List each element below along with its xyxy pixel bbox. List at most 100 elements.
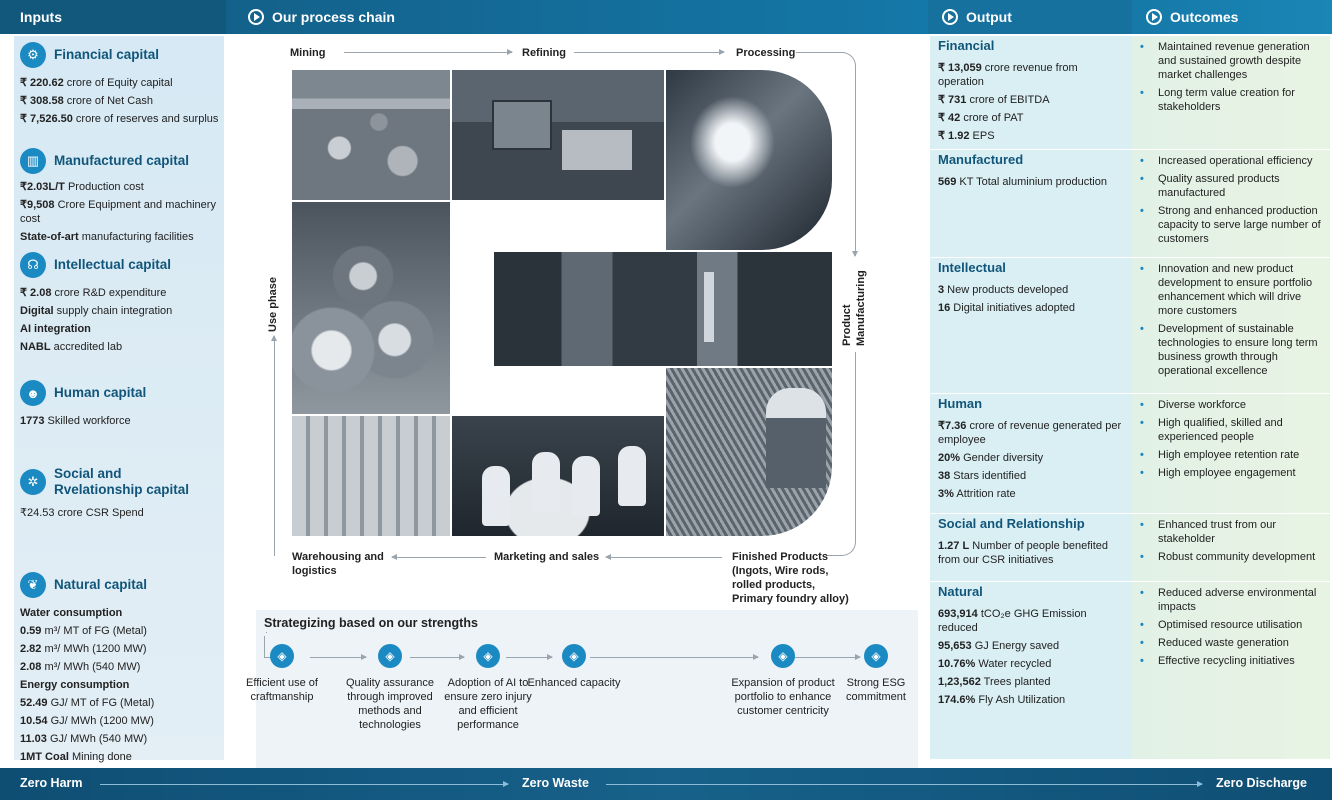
step-label-line: (Ingots, Wire rods, [732,565,829,577]
value-text: Stars identified [950,470,1027,482]
customer-meeting-photo [452,416,664,536]
person-shape [532,452,560,512]
value-text: Production cost [64,181,144,193]
outcome-bullet: Optimised resource utilisation [1140,618,1326,632]
arrow-right [574,49,725,55]
value-line: 10.54 GJ/ MWh (1200 MW) [20,712,154,730]
value-text: manufacturing facilities [78,231,194,243]
outcome-bullet: High employee retention rate [1140,448,1326,462]
step-label-line: Finished Products [732,551,828,563]
mining-photo [292,70,450,200]
value-text: supply chain integration [53,305,173,317]
value-emphasis: ₹7.36 [938,420,967,432]
value-line: NABL accredited lab [20,338,172,356]
value-text: crore of PAT [960,112,1024,124]
step-refining: Refining [522,47,566,59]
forklift-photo [452,70,664,200]
value-line: 1.27 L Number of people benefited from o… [938,539,1126,567]
person-shape [618,446,646,506]
value-text: KT Total aluminium production [956,176,1107,188]
capital-title: Intellectual capital [54,257,172,272]
inputs-header: Inputs [0,0,226,34]
value-emphasis: 2.08 [20,661,42,673]
value-text: GJ Energy saved [971,640,1060,652]
value-text: Mining done [68,751,132,763]
output-title: Human [938,396,983,411]
ingots-photo [292,416,450,536]
outcome-block: Reduced adverse environmental impacts Opt… [1140,586,1326,672]
outcome-bullet: Enhanced trust from our stakeholder [1140,518,1326,546]
output-block: Human ₹7.36 crore of revenue generated pe… [938,396,1126,505]
value-text: crore of Equity capital [63,77,173,89]
value-line: 3% Attrition rate [938,487,1126,501]
value-emphasis: ₹9,508 [20,199,55,211]
financial-capital: ⚙ Financial capital ₹ 220.62 crore of Equ… [20,42,218,128]
value-text: crore of Net Cash [63,95,153,107]
value-text: GJ/ MT of FG (Metal) [47,697,155,709]
outcome-block: Maintained revenue generation and sustai… [1140,40,1326,118]
step-label-line: Manufacturing [855,270,867,346]
process-header: Our process chain [226,0,928,34]
footer-arrow [606,781,1203,787]
step-label-line: logistics [292,565,337,577]
human-capital: ☻ Human capital 1773 Skilled workforce [20,380,146,430]
step-product-manufacturing: Manufacturing [855,270,867,346]
process-chain: Mining Refining Processing Product Manuf… [226,36,926,780]
value-line: ₹ 731 crore of EBITDA [938,93,1126,107]
aluminium-coils-photo [292,202,450,414]
capital-title-line: Social and [54,466,122,481]
play-circle-icon [942,9,958,25]
wire-rod-worker-photo [666,368,832,536]
value-text: m³/ MWh (540 MW) [41,661,141,673]
capital-title: Human capital [54,385,147,400]
value-emphasis: 0.59 [20,625,42,637]
value-line: 569 KT Total aluminium production [938,175,1126,189]
social-section: Social and Relationship 1.27 L Number of … [930,514,1330,582]
value-line: 10.76% Water recycled [938,657,1126,671]
output-title: Natural [938,584,983,599]
strength-label: Adoption of AI to ensure zero injury and… [444,677,532,731]
value-text: GJ/ MWh (1200 MW) [47,715,154,727]
value-text: crore of reserves and surplus [72,113,219,125]
step-processing: Processing [736,47,796,59]
value-emphasis: ₹ 731 [938,94,967,106]
value-text: Digital initiatives adopted [950,302,1075,314]
value-line: 16 Digital initiatives adopted [938,301,1126,315]
manufactured-capital: ▥ Manufactured capital ₹2.03L/T Productio… [20,148,220,248]
output-title: Intellectual [938,260,1006,275]
leaf-icon: ❦ [20,572,46,598]
hand-icon: ◈ [562,644,586,668]
arrow-down [852,90,858,257]
intellectual-section: Intellectual 3 New products developed 16 D… [930,258,1330,394]
footer-arrow [100,781,509,787]
value-emphasis: ₹ 42 [938,112,961,124]
value-text: Water recycled [975,658,1052,670]
value-text: Skilled workforce [44,415,131,427]
portfolio-icon: ◈ [771,644,795,668]
value-line: 52.49 GJ/ MT of FG (Metal) [20,694,154,712]
strength-label: Expansion of product portfolio to enhanc… [731,677,835,717]
capital-title: Social and Rvelationship capital [54,466,189,498]
value-line: ₹ 308.58 crore of Net Cash [20,92,218,110]
value-emphasis: ₹ 308.58 [20,95,64,107]
output-block: Natural 693,914 tCO₂e GHG Emission reduce… [938,584,1126,711]
value-line: AI integration [20,320,172,338]
forklift-shape [492,100,552,150]
step-label-line: Use phase [267,276,279,332]
outcome-block: Increased operational efficiency Quality … [1140,154,1326,250]
value-line: Water consumption [20,604,154,622]
strength-item: ◈ Quality assurance through improved meth… [342,644,438,732]
value-emphasis: ₹ 220.62 [20,77,64,89]
value-emphasis: 10.54 [20,715,48,727]
step-label-line: Product [841,304,853,346]
value-line: 2.82 m³/ MWh (1200 MW) [20,640,154,658]
value-line: 1,23,562 Trees planted [938,675,1126,689]
strength-item: ◈ Efficient use of craftmanship [234,644,330,704]
value-line: ₹ 220.62 crore of Equity capital [20,74,218,92]
social-capital: ✲ Social and Rvelationship capital ₹24.53 … [20,466,189,522]
coins-gear-icon: ⚙ [20,42,46,68]
molten-metal-photo [666,70,832,250]
arrow-left [605,554,722,560]
value-text: Fly Ash Utilization [975,694,1066,706]
value-emphasis: 174.6% [938,694,976,706]
